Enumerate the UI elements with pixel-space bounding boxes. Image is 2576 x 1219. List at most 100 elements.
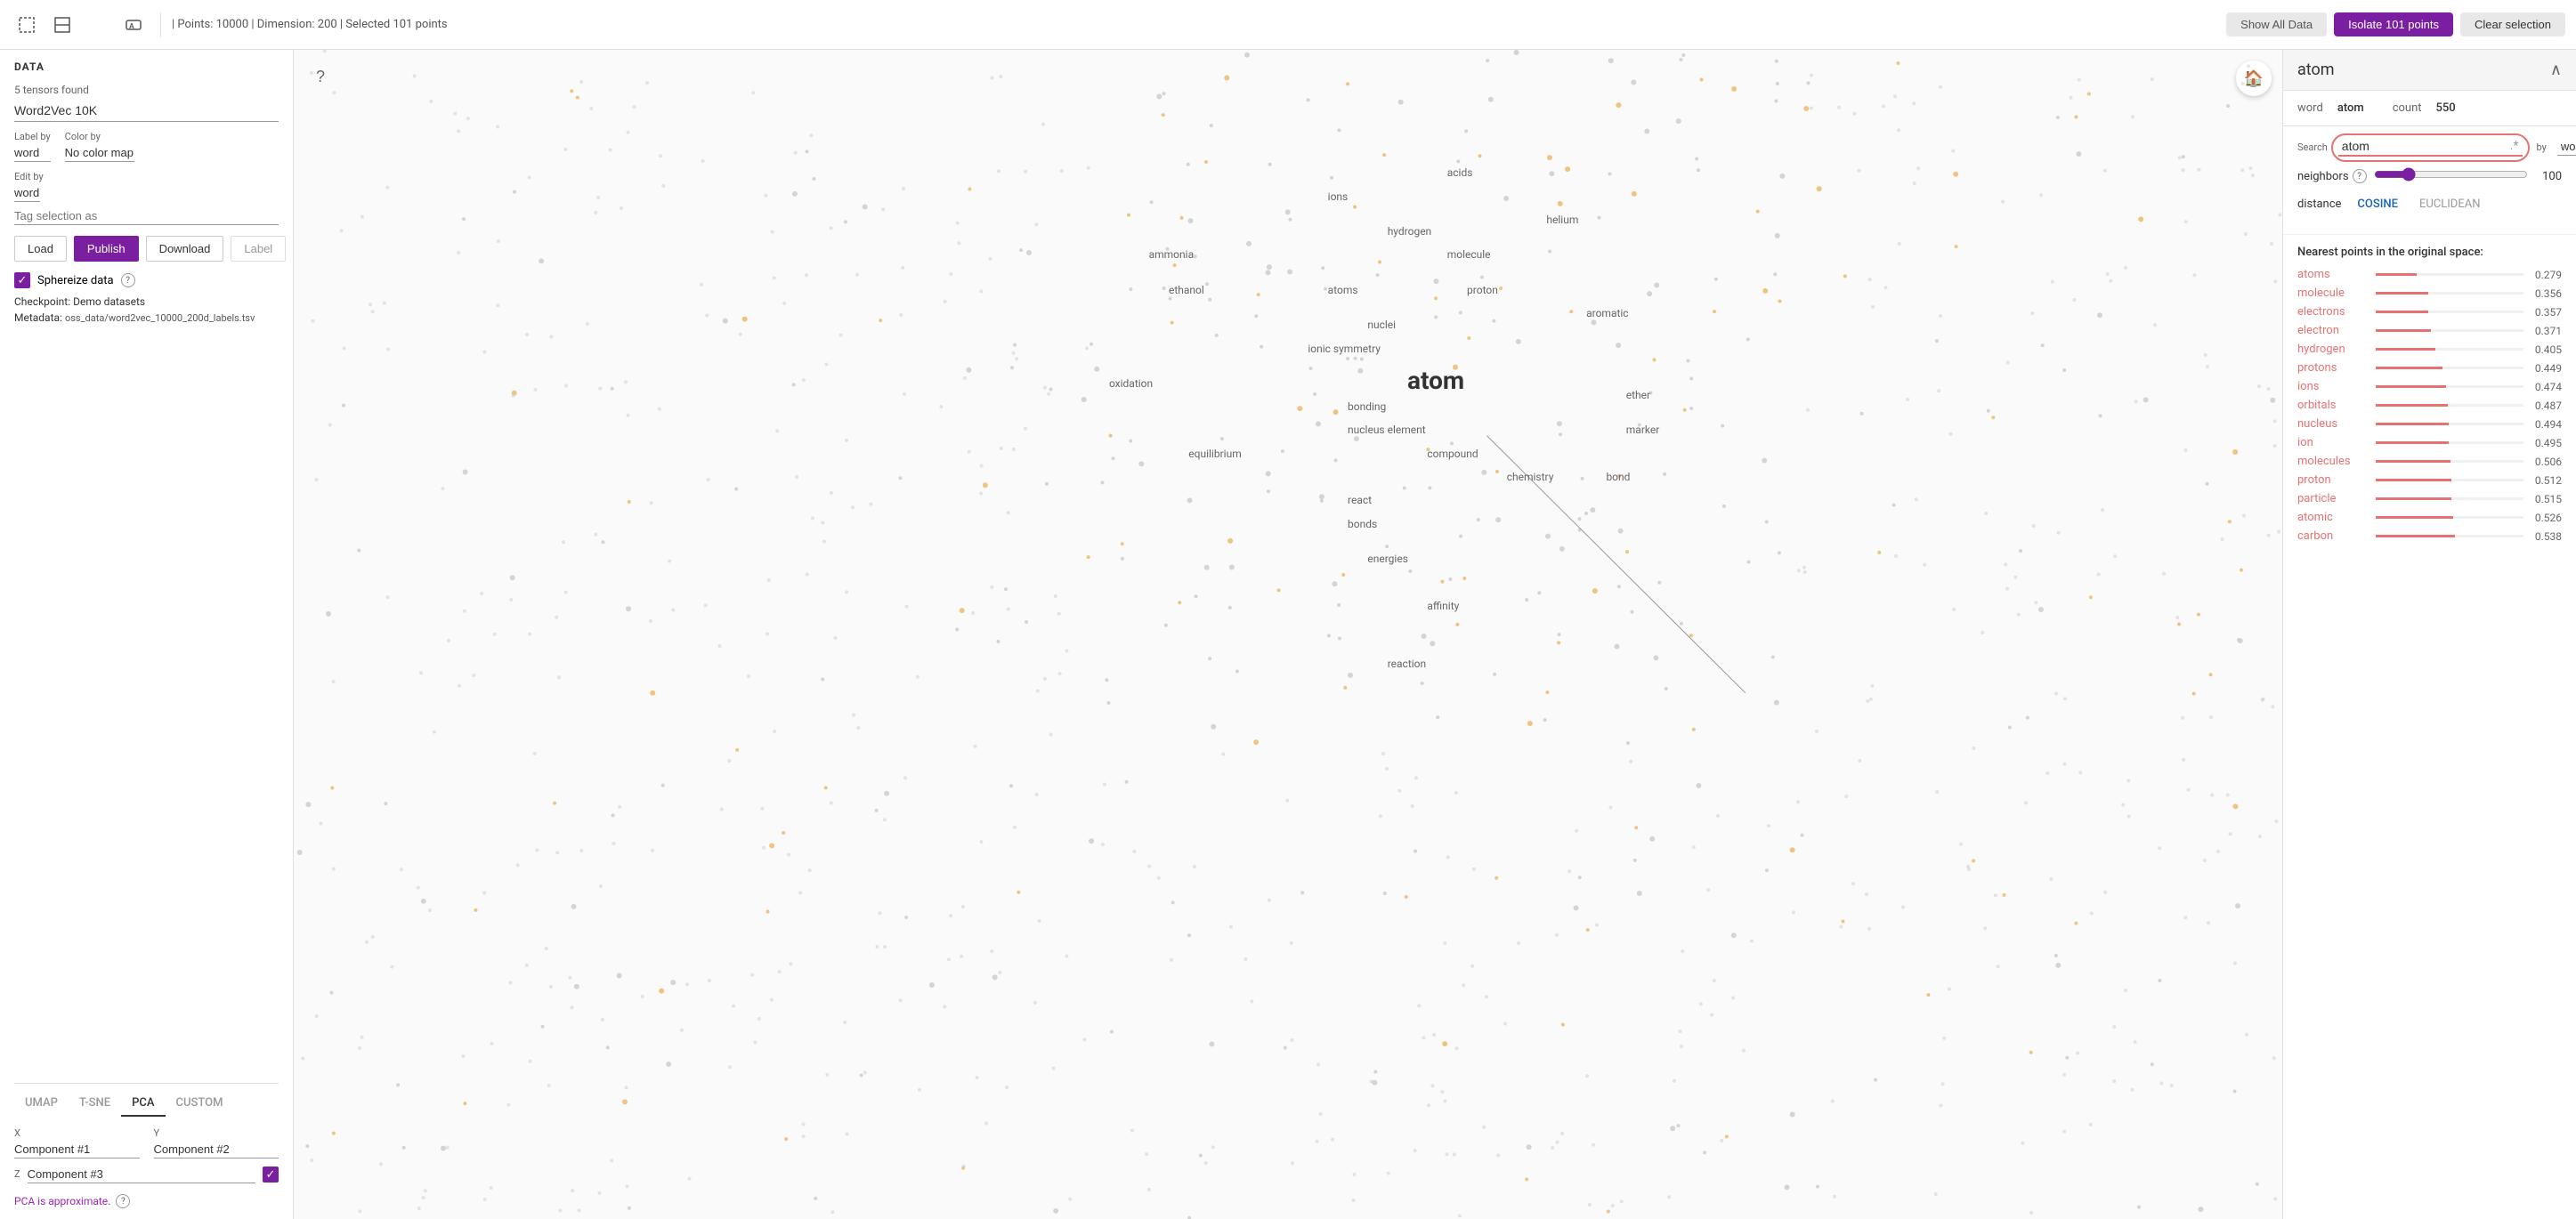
edit-by-row: Edit by word (14, 171, 279, 225)
nearest-bar (2376, 497, 2451, 500)
search-section: Search .* by word neighbors ? 100 (2283, 126, 2576, 235)
nearest-bar-wrap (2376, 441, 2523, 444)
nearest-item: atomic0.526 (2297, 511, 2562, 524)
nearest-item: nucleus0.494 (2297, 417, 2562, 431)
neighbors-slider[interactable] (2374, 167, 2528, 182)
nearest-word[interactable]: orbitals (2297, 399, 2369, 412)
show-all-button[interactable]: Show All Data (2226, 12, 2327, 36)
nearest-bar (2376, 329, 2431, 332)
nearest-bar-wrap (2376, 367, 2523, 369)
nearest-word[interactable]: protons (2297, 361, 2369, 375)
zoom-icon[interactable] (46, 9, 78, 41)
atom-word-key: word (2297, 101, 2323, 115)
nearest-bar (2376, 273, 2417, 276)
atom-collapse-button[interactable]: ∧ (2550, 61, 2562, 79)
sphereize-label: Sphereize data (37, 274, 114, 287)
by-label: by (2537, 141, 2547, 153)
label-color-row: Label by word Color by No color map (14, 131, 279, 162)
sphereize-help-icon[interactable]: ? (121, 273, 135, 287)
nearest-word[interactable]: electron (2297, 324, 2369, 337)
nearest-item: ions0.474 (2297, 380, 2562, 393)
euclidean-button[interactable]: EUCLIDEAN (2414, 196, 2486, 213)
toolbar-info: | Points: 10000 | Dimension: 200 | Selec… (172, 18, 2219, 31)
nearest-list: atoms0.279molecule0.356electrons0.357ele… (2297, 268, 2562, 543)
edit-by-label: Edit by (14, 171, 279, 182)
select-box-icon[interactable] (11, 9, 43, 41)
vis-tabs: UMAP T-SNE PCA CUSTOM (14, 1083, 279, 1117)
tab-custom[interactable]: CUSTOM (166, 1091, 234, 1117)
nearest-word[interactable]: ions (2297, 380, 2369, 393)
label-icon[interactable]: A (117, 9, 150, 41)
nearest-bar (2376, 292, 2428, 295)
label-by-select[interactable]: word (14, 144, 51, 162)
svg-text:A: A (129, 22, 134, 30)
tensors-found: 5 tensors found (14, 84, 279, 96)
pca-note-text: PCA is approximate. (14, 1195, 110, 1207)
nearest-score: 0.487 (2531, 400, 2562, 412)
nearest-bar-wrap (2376, 311, 2523, 313)
metadata-value: oss_data/word2vec_10000_200d_labels.tsv (65, 312, 255, 324)
nearest-score: 0.512 (2531, 474, 2562, 487)
nearest-item: atoms0.279 (2297, 268, 2562, 281)
tab-tsne[interactable]: T-SNE (69, 1091, 121, 1117)
nearest-bar (2376, 404, 2448, 407)
pca-help-icon[interactable]: ? (116, 1194, 130, 1208)
label-by-group: Label by word (14, 131, 51, 162)
nearest-word[interactable]: nucleus (2297, 417, 2369, 431)
y-label: Y (154, 1127, 279, 1139)
color-by-select[interactable]: No color map (65, 144, 134, 162)
nearest-item: hydrogen 0.405 (2297, 343, 2562, 356)
nearest-bar-wrap (2376, 423, 2523, 425)
edit-by-select[interactable]: word (14, 184, 40, 202)
nearest-bar-wrap (2376, 460, 2523, 463)
nearest-word[interactable]: electrons (2297, 305, 2369, 319)
nearest-word[interactable]: particle (2297, 492, 2369, 505)
load-button[interactable]: Load (14, 236, 67, 262)
nearest-section: Nearest points in the original space: at… (2283, 235, 2576, 559)
y-select[interactable]: Component #2 (154, 1141, 279, 1158)
nearest-item: carbon0.538 (2297, 529, 2562, 543)
nearest-score: 0.356 (2531, 287, 2562, 300)
night-mode-icon[interactable] (82, 9, 114, 41)
isolate-button[interactable]: Isolate 101 points (2334, 12, 2453, 36)
nearest-word[interactable]: atomic (2297, 511, 2369, 524)
nearest-score: 0.515 (2531, 493, 2562, 505)
nearest-word[interactable]: atoms (2297, 268, 2369, 281)
nearest-word[interactable]: proton (2297, 473, 2369, 487)
viz-area[interactable]: ? 🏠 ions acids hydrogen helium ammonia m… (294, 50, 2282, 1219)
nearest-item: proton 0.512 (2297, 473, 2562, 487)
tag-selection-input[interactable] (14, 207, 279, 225)
z-select[interactable]: Component #3 (28, 1166, 255, 1183)
nearest-bar-wrap (2376, 479, 2523, 481)
checkpoint-value: Demo datasets (73, 295, 145, 308)
x-select[interactable]: Component #1 (14, 1141, 140, 1158)
search-input[interactable] (2338, 137, 2507, 155)
nearest-word[interactable]: molecule (2297, 287, 2369, 300)
dataset-select[interactable]: Word2Vec 10K (14, 100, 279, 122)
by-select[interactable]: word (2557, 138, 2576, 156)
nearest-word[interactable]: carbon (2297, 529, 2369, 543)
cosine-button[interactable]: COSINE (2352, 196, 2403, 213)
sidebar-title: DATA (14, 61, 279, 73)
label-by-label: Label by (14, 131, 51, 142)
clear-selection-button[interactable]: Clear selection (2460, 12, 2565, 36)
tab-pca[interactable]: PCA (121, 1091, 165, 1117)
search-regex-toggle[interactable]: .* (2507, 137, 2523, 155)
download-button[interactable]: Download (146, 236, 224, 262)
sphereize-checkbox[interactable] (14, 272, 30, 288)
publish-button[interactable]: Publish (74, 236, 139, 262)
dataset-row: Word2Vec 10K (14, 100, 279, 122)
toolbar-divider (160, 12, 161, 37)
nearest-word[interactable]: hydrogen (2297, 343, 2369, 356)
neighbors-help-icon[interactable]: ? (2353, 169, 2367, 183)
neighbors-value: 100 (2535, 170, 2562, 183)
nearest-score: 0.405 (2531, 343, 2562, 356)
nearest-bar-wrap (2376, 535, 2523, 537)
z-checkbox[interactable] (263, 1167, 279, 1183)
label-button[interactable]: Label (231, 236, 286, 262)
tab-umap[interactable]: UMAP (14, 1091, 69, 1117)
nearest-word[interactable]: ion (2297, 436, 2369, 449)
x-label: X (14, 1127, 140, 1139)
nearest-word[interactable]: molecules (2297, 455, 2369, 468)
nearest-score: 0.449 (2531, 362, 2562, 375)
